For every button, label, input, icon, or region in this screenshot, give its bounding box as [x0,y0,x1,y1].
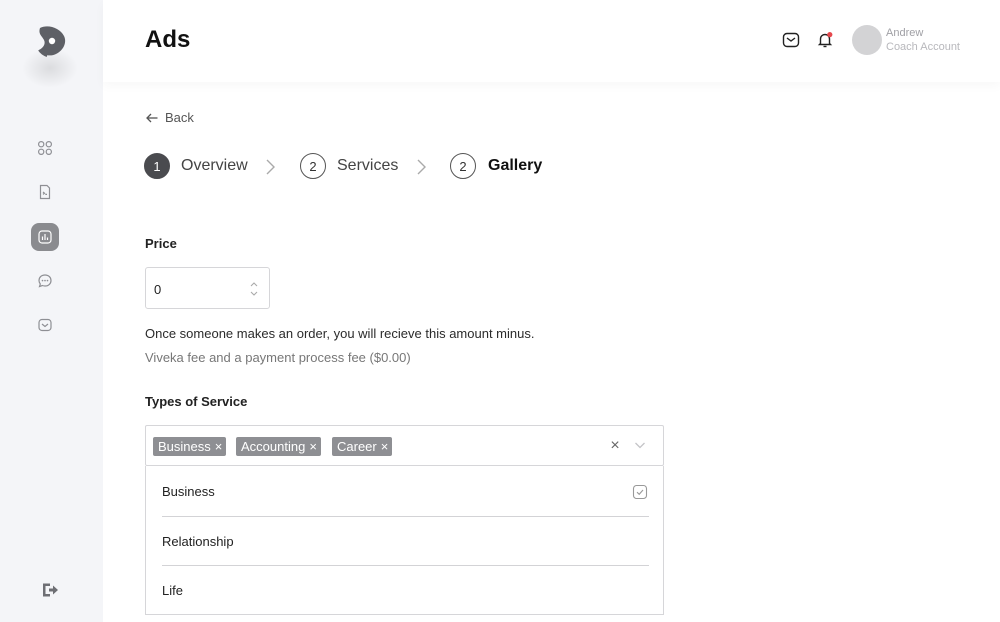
spinner-arrows-icon[interactable] [249,280,259,298]
document-icon [39,184,51,200]
logout-icon [43,583,58,597]
sidebar-item-dashboard[interactable] [31,134,59,162]
step-2-label[interactable]: Services [337,157,398,175]
sidebar-item-ads[interactable] [31,223,59,251]
sidebar-item-messages[interactable] [31,267,59,295]
chart-icon [38,230,52,244]
tag-label: Accounting [241,439,306,454]
tag-remove-icon[interactable]: × [309,439,317,454]
option-life[interactable]: Life [162,566,649,615]
notification-dot [827,32,833,38]
option-label: Business [162,484,215,499]
user-role: Coach Account [886,41,960,53]
chevron-down-icon[interactable] [633,438,647,452]
avatar[interactable] [852,25,882,55]
price-value: 0 [154,282,162,297]
top-header: Ads Andrew Coach Account [103,0,1000,82]
back-link[interactable]: Back [145,110,194,125]
chevron-right-icon [417,159,426,175]
service-types-label: Types of Service [145,394,248,409]
tag-label: Career [337,439,377,454]
mail-button[interactable] [781,30,801,50]
chat-icon [38,274,52,288]
inbox-icon [38,318,52,332]
step-1-label[interactable]: Overview [181,157,248,175]
step-1-number[interactable]: 1 [144,153,170,179]
option-business[interactable]: Business [162,467,649,516]
price-note-line-2: Viveka fee and a payment process fee ($0… [145,350,411,365]
option-label: Relationship [162,534,234,549]
checkbox-checked-icon[interactable] [632,484,648,500]
app-logo[interactable] [30,22,72,62]
mail-icon [782,32,800,48]
step-3-number[interactable]: 2 [450,153,476,179]
back-label: Back [165,110,194,125]
price-input[interactable]: 0 [145,267,270,309]
logout-button[interactable] [38,578,62,602]
step-2-number[interactable]: 2 [300,153,326,179]
chevron-right-icon [266,159,275,175]
tag-remove-icon[interactable]: × [381,439,389,454]
sidebar-item-documents[interactable] [31,178,59,206]
clear-icon[interactable]: × [608,436,622,456]
selected-tag-business: Business × [153,437,227,456]
step-3-label[interactable]: Gallery [488,157,542,175]
arrow-left-icon [146,113,158,122]
service-types-select[interactable]: Business × Accounting × Career × × [145,425,664,466]
tag-remove-icon[interactable]: × [215,439,223,454]
bell-icon [817,32,833,48]
price-label: Price [145,236,177,251]
selected-tag-career: Career × [332,437,393,456]
option-label: Life [162,583,183,598]
tag-label: Business [158,439,211,454]
grid-icon [37,140,53,156]
price-note-line-1: Once someone makes an order, you will re… [145,326,535,341]
sidebar-item-inbox[interactable] [31,311,59,339]
notifications-button[interactable] [815,30,835,50]
sidebar [0,0,103,622]
service-types-dropdown: Business Relationship Life [145,466,664,615]
user-name: Andrew [886,27,924,39]
option-relationship[interactable]: Relationship [162,517,649,566]
page-title: Ads [145,26,191,53]
selected-tag-accounting: Accounting × [236,437,321,456]
